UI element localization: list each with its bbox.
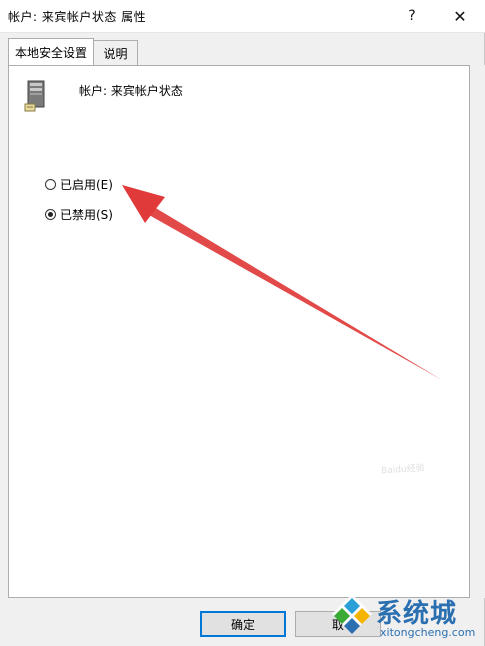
tab-label: 本地安全设置 bbox=[14, 45, 87, 60]
tab-explain[interactable]: 说明 bbox=[93, 40, 138, 65]
radio-disabled-option[interactable]: 已禁用(S) bbox=[45, 206, 113, 223]
help-button[interactable]: ? bbox=[392, 0, 432, 32]
right-edge bbox=[474, 65, 485, 598]
close-button[interactable]: ✕ bbox=[440, 0, 480, 32]
window-title: 帐户: 来宾帐户状态 属性 bbox=[8, 10, 147, 24]
tab-panel: 帐户: 来宾帐户状态 已启用(E) 已禁用(S) Baidu经验 bbox=[8, 65, 470, 598]
tab-label: 说明 bbox=[103, 46, 128, 61]
radio-enabled-option[interactable]: 已启用(E) bbox=[45, 176, 113, 193]
faint-watermark-text: Baidu经验 bbox=[380, 463, 426, 477]
site-watermark: 系统城 xitongcheng.com bbox=[330, 590, 485, 646]
arrow-head bbox=[122, 185, 165, 223]
radio-disabled-label: 已禁用(S) bbox=[60, 208, 113, 222]
title-bar: 帐户: 来宾帐户状态 属性 ? ✕ bbox=[0, 0, 485, 33]
watermark-url: xitongcheng.com bbox=[380, 626, 476, 639]
watermark-text: 系统城 bbox=[376, 599, 458, 629]
close-icon: ✕ bbox=[453, 6, 467, 26]
radio-disabled[interactable] bbox=[45, 209, 56, 220]
ok-button-label: 确定 bbox=[230, 617, 255, 632]
watermark-logo-icon bbox=[332, 594, 372, 634]
arrow-shaft bbox=[149, 207, 442, 380]
properties-dialog: 帐户: 来宾帐户状态 属性 ? ✕ 本地安全设置 说明 帐户: 来宾帐户状态 已… bbox=[0, 0, 485, 646]
tab-local-security-setting[interactable]: 本地安全设置 bbox=[8, 38, 94, 65]
radio-enabled[interactable] bbox=[45, 179, 56, 190]
help-icon: ? bbox=[408, 8, 416, 24]
ok-button[interactable]: 确定 bbox=[200, 611, 286, 637]
annotation-arrow bbox=[122, 185, 442, 380]
server-icon bbox=[24, 80, 45, 112]
radio-enabled-label: 已启用(E) bbox=[60, 178, 113, 192]
policy-name: 帐户: 来宾帐户状态 bbox=[79, 84, 183, 98]
